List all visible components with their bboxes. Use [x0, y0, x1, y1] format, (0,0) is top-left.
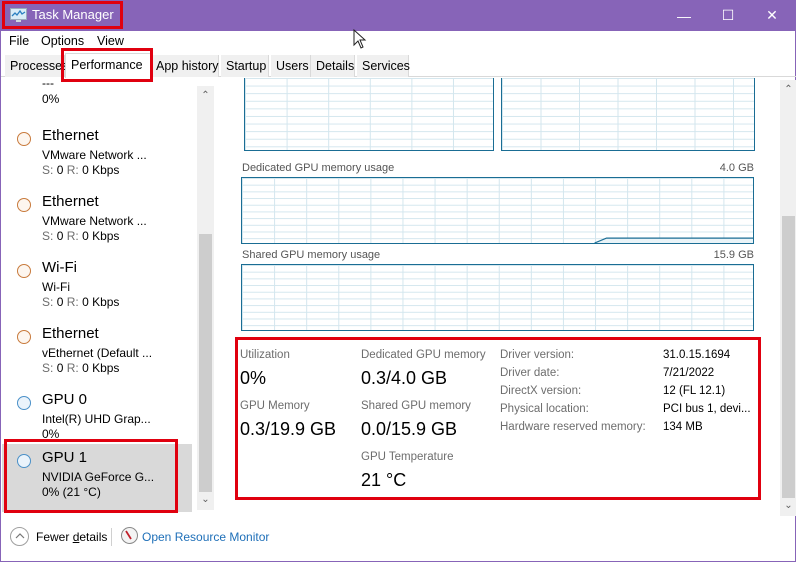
shared-graph-max: 15.9 GB — [713, 249, 754, 261]
tab-services[interactable]: Services — [357, 55, 410, 77]
dedicated-graph-max: 4.0 GB — [719, 162, 754, 174]
utilization-label: Utilization — [240, 349, 290, 361]
driver-date-key: Driver date: — [500, 367, 560, 379]
sidebar-item-ethernet-2[interactable]: Ethernet VMware Network ... S: 0 R: 0 Kb… — [2, 188, 192, 254]
maximize-button[interactable]: ☐ — [705, 0, 751, 31]
footer: Fewer details Open Resource Monitor — [1, 522, 796, 552]
driver-version-key: Driver version: — [500, 349, 575, 361]
dedicated-memory-label: Dedicated GPU memory — [361, 349, 486, 361]
minimize-icon: — — [677, 7, 691, 24]
title-highlight-annotation — [2, 1, 123, 29]
item-stat: S: 0 R: 0 Kbps — [42, 163, 120, 177]
gpu1-highlight-annotation — [4, 439, 178, 513]
scroll-up-icon[interactable]: ⌃ — [197, 88, 214, 104]
dedicated-graph-label: Dedicated GPU memory usage — [242, 162, 395, 174]
tab-startup[interactable]: Startup — [221, 55, 269, 77]
gpu-memory-value: 0.3/19.9 GB — [240, 419, 337, 439]
sidebar-scroll-thumb[interactable] — [199, 234, 212, 492]
maximize-icon: ☐ — [721, 7, 735, 23]
item-name: Ethernet — [42, 127, 99, 144]
item-sub: Wi-Fi — [42, 280, 70, 294]
physical-location-value: PCI bus 1, devi... — [663, 403, 751, 415]
item-name: GPU 0 — [42, 391, 88, 408]
item-sub: VMware Network ... — [42, 148, 147, 162]
main-scrollbar[interactable]: ⌃ ⌄ — [780, 80, 796, 516]
open-resource-monitor-link[interactable]: Open Resource Monitor — [142, 530, 269, 544]
gpu-temperature-value: 21 °C — [361, 470, 407, 490]
gpu-memory-label: GPU Memory — [240, 400, 310, 412]
tab-app-history[interactable]: App history — [151, 55, 219, 77]
menu-view[interactable]: View — [97, 34, 124, 48]
utilization-value: 0% — [240, 368, 267, 388]
item-name: Ethernet — [42, 325, 99, 342]
tab-processes[interactable]: Processes — [5, 55, 68, 77]
network-indicator-icon — [17, 330, 31, 344]
fewer-details-button[interactable]: Fewer details — [36, 530, 107, 544]
menu-file[interactable]: File — [9, 34, 29, 48]
item-stat: S: 0 R: 0 Kbps — [42, 295, 120, 309]
shared-graph-label: Shared GPU memory usage — [242, 249, 381, 261]
tab-details[interactable]: Details — [311, 55, 355, 77]
item-sub: Intel(R) UHD Grap... — [42, 412, 151, 426]
sidebar-item-ethernet-3[interactable]: Ethernet vEthernet (Default ... S: 0 R: … — [2, 320, 192, 386]
dedicated-usage-area — [594, 238, 753, 243]
close-button[interactable]: ✕ — [749, 0, 795, 31]
dedicated-memory-value: 0.3/4.0 GB — [361, 368, 448, 388]
engine-graph-right — [501, 78, 755, 151]
directx-version-value: 12 (FL 12.1) — [663, 385, 726, 397]
shared-memory-value: 0.0/15.9 GB — [361, 419, 458, 439]
sidebar-scrollbar[interactable]: ⌃ ⌄ — [197, 86, 214, 510]
hardware-reserved-value: 134 MB — [663, 421, 703, 433]
performance-tab-highlight-annotation — [61, 48, 153, 82]
item-sub: VMware Network ... — [42, 214, 147, 228]
resource-monitor-gauge-icon — [121, 527, 138, 544]
driver-version-value: 31.0.15.1694 — [663, 349, 731, 361]
engine-graph-left — [244, 78, 494, 151]
fewer-details-chevron-up-icon[interactable] — [10, 527, 29, 546]
main-scroll-thumb[interactable] — [782, 216, 795, 498]
shared-memory-graph — [241, 264, 754, 331]
tab-users[interactable]: Users — [271, 55, 311, 77]
gpu-indicator-icon — [17, 396, 31, 410]
scroll-down-icon[interactable]: ⌄ — [197, 492, 214, 508]
network-indicator-icon — [17, 132, 31, 146]
sidebar-item-ethernet-1[interactable]: Ethernet VMware Network ... S: 0 R: 0 Kb… — [2, 122, 192, 188]
hardware-reserved-key: Hardware reserved memory: — [500, 421, 646, 433]
network-indicator-icon — [17, 198, 31, 212]
item-name: Ethernet — [42, 193, 99, 210]
network-indicator-icon — [17, 264, 31, 278]
partial-item-dash: --- — [42, 78, 54, 90]
shared-memory-label: Shared GPU memory — [361, 400, 471, 412]
footer-divider — [111, 528, 112, 546]
close-icon: ✕ — [766, 7, 778, 23]
physical-location-key: Physical location: — [500, 403, 589, 415]
driver-date-value: 7/21/2022 — [663, 367, 715, 379]
scroll-down-icon[interactable]: ⌄ — [780, 498, 796, 514]
item-stat: S: 0 R: 0 Kbps — [42, 229, 120, 243]
gpu-temperature-label: GPU Temperature — [361, 451, 454, 463]
dedicated-memory-graph — [241, 177, 754, 244]
item-sub: vEthernet (Default ... — [42, 346, 153, 360]
directx-version-key: DirectX version: — [500, 385, 582, 397]
scroll-up-icon[interactable]: ⌃ — [780, 82, 796, 98]
sidebar-item-wifi[interactable]: Wi-Fi Wi-Fi S: 0 R: 0 Kbps — [2, 254, 192, 320]
minimize-button[interactable]: — — [661, 0, 707, 31]
partial-item-stat: 0% — [42, 92, 60, 106]
mouse-cursor-icon — [353, 29, 367, 49]
item-stat: S: 0 R: 0 Kbps — [42, 361, 120, 375]
item-name: Wi-Fi — [42, 259, 77, 276]
menu-options[interactable]: Options — [41, 34, 84, 48]
task-manager-window: Task Manager — ☐ ✕ File Options View Pro… — [0, 0, 796, 562]
